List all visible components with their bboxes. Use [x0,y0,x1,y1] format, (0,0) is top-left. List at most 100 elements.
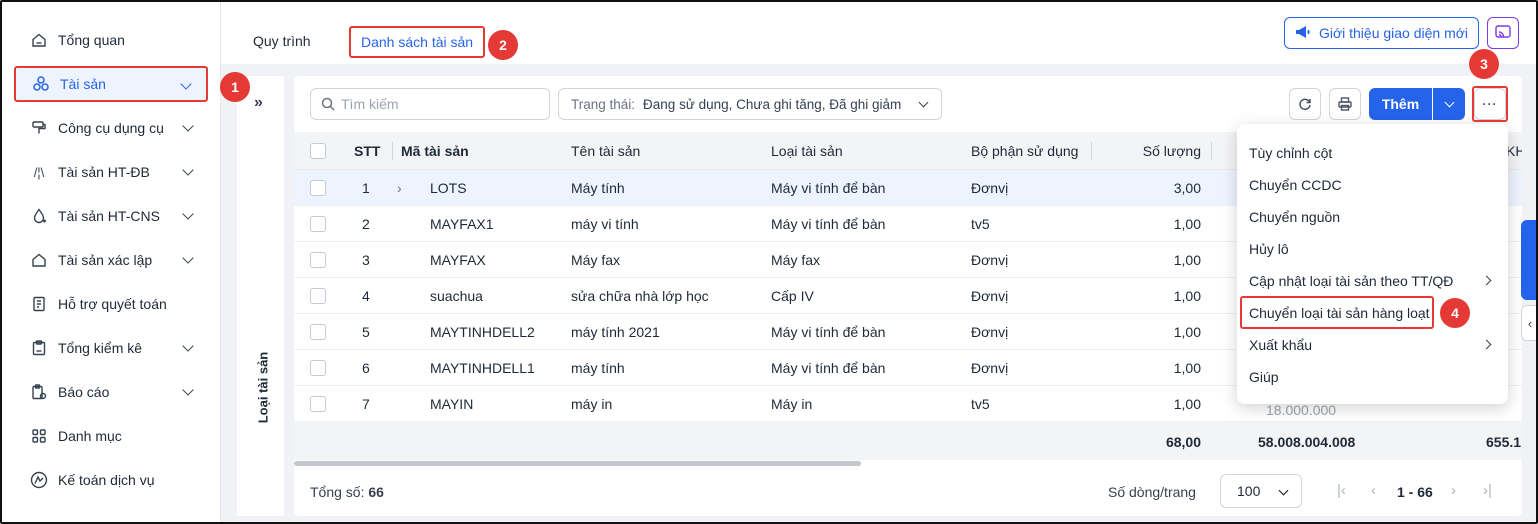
sidebar-item-assets[interactable]: Tài sản [14,66,208,102]
cell-stt: 1 [362,180,370,196]
print-button[interactable] [1329,88,1361,120]
search-placeholder: Tìm kiếm [341,96,399,112]
column-divider [1091,142,1092,160]
cell-asset-code: MAYFAX1 [430,216,494,232]
sidebar-item-reports[interactable]: Báo cáo [14,374,208,410]
expand-panel-icon[interactable]: » [254,94,263,112]
row-checkbox[interactable] [310,288,326,304]
prev-page-icon[interactable]: ‹ [1371,482,1376,499]
horizontal-scrollbar[interactable] [294,461,861,466]
menu-item-help[interactable]: Giúp [1249,362,1279,392]
sidebar-item-catalog[interactable]: Danh mục [14,418,208,454]
menu-item-change-source[interactable]: Chuyển nguồn [1249,202,1340,232]
chevron-down-icon [182,164,194,176]
ledger-icon [30,295,48,313]
column-header-code[interactable]: Mã tài sản [401,132,469,170]
status-filter-select[interactable]: Trạng thái: Đang sử dụng, Chưa ghi tăng,… [558,88,942,120]
cell-asset-name: máy vi tính [571,216,639,232]
row-checkbox[interactable] [310,324,326,340]
menu-item-convert-ccdc[interactable]: Chuyển CCDC [1249,170,1342,200]
cell-department: Đơnvị [971,180,1009,196]
collapse-drawer-icon[interactable]: ‹ [1521,305,1538,341]
megaphone-icon [1295,25,1311,42]
add-dropdown-button[interactable] [1433,88,1465,120]
sidebar-item-label: Tài sản xác lập [58,252,153,268]
road-icon: /¦\ [33,164,45,180]
total-value: 58.008.004.008 [1258,434,1356,450]
menu-item-customize-columns[interactable]: Tùy chỉnh cột [1249,138,1332,168]
last-page-icon[interactable]: ›| [1483,482,1492,499]
tab-process[interactable]: Quy trình [253,33,311,49]
row-checkbox[interactable] [310,360,326,376]
first-page-icon[interactable]: |‹ [1337,482,1346,499]
select-all-checkbox[interactable] [310,143,326,159]
annotation-badge-2: 2 [488,30,518,60]
service-icon [30,471,48,489]
row-checkbox[interactable] [310,180,326,196]
cell-asset-name: sửa chữa nhà lớp học [571,288,709,304]
total-value-count: 66 [368,484,384,500]
house-icon [30,251,48,269]
menu-item-cancel-batch[interactable]: Hủy lô [1249,234,1289,264]
row-checkbox[interactable] [310,252,326,268]
column-header-quantity[interactable]: Số lượng [1120,132,1201,170]
sidebar-item-label: Tổng quan [58,32,125,48]
cell-quantity: 1,00 [1173,324,1201,340]
menu-item-update-asset-type[interactable]: Cập nhật loại tài sản theo TT/QĐ [1249,266,1494,296]
sidebar-item-tools[interactable]: Công cụ dụng cụ [14,110,208,146]
column-header-depreciation[interactable]: KH [1506,132,1522,170]
refresh-button[interactable] [1289,88,1321,120]
cast-button[interactable] [1487,17,1519,49]
cell-quantity: 1,00 [1173,360,1201,376]
menu-item-export[interactable]: Xuất khẩu [1249,330,1312,360]
page-size-value: 100 [1237,483,1261,499]
menu-item-label: Cập nhật loại tài sản theo TT/QĐ [1249,273,1454,289]
cell-department: Đơnvị [971,360,1009,376]
search-icon [321,97,335,111]
cell-stt: 2 [362,216,370,232]
total-label: Tổng số: [310,484,365,500]
home-icon [30,31,48,49]
more-actions-menu: Tùy chỉnh cột Chuyển CCDC Chuyển nguồn H… [1237,124,1508,404]
row-checkbox[interactable] [310,396,326,412]
cell-asset-name: Máy tính [571,180,625,196]
cell-stt: 4 [362,288,370,304]
sidebar-item-label: Tổng kiểm kê [58,340,143,356]
sidebar-item-water-assets[interactable]: Tài sản HT-CNS [14,198,208,234]
cell-quantity: 1,00 [1173,252,1201,268]
side-drawer-tab[interactable] [1521,220,1538,300]
page-size-select[interactable]: 100 [1220,474,1302,508]
refresh-icon [1298,97,1312,111]
column-header-stt[interactable]: STT [354,132,380,170]
cell-quantity: 1,00 [1173,288,1201,304]
column-header-department[interactable]: Bộ phận sử dụng [971,132,1078,170]
column-divider [392,142,393,160]
intro-new-ui-button[interactable]: Giới thiệu giao diện mới [1284,17,1479,49]
sidebar-item-established-assets[interactable]: Tài sản xác lập [14,242,208,278]
assets-icon [32,75,50,93]
cell-asset-code: suachua [430,288,483,304]
column-header-name[interactable]: Tên tài sản [571,132,640,170]
search-input[interactable]: Tìm kiếm [310,88,550,120]
page-size-label: Số dòng/trang [1108,484,1196,500]
cell-asset-code: LOTS [430,180,467,196]
row-checkbox[interactable] [310,216,326,232]
sidebar-item-label: Hỗ trợ quyết toán [58,296,167,312]
sidebar-item-road-assets[interactable]: /¦\ Tài sản HT-ĐB [14,154,208,190]
sidebar-item-inventory[interactable]: Tổng kiểm kê [14,330,208,366]
asset-type-panel-label[interactable]: Loại tài sản [256,333,271,443]
cell-asset-type: Cấp IV [771,288,814,304]
tab-asset-list[interactable]: Danh sách tài sản [349,26,486,58]
cell-asset-name: máy in [571,396,613,412]
total-depreciation: 655.1 [1486,434,1522,450]
column-header-type[interactable]: Loại tài sản [771,132,843,170]
sidebar-item-overview[interactable]: Tổng quan [14,22,208,58]
next-page-icon[interactable]: › [1451,482,1456,499]
sidebar-item-service-accounting[interactable]: Kế toán dịch vụ [14,462,208,498]
expand-row-icon[interactable]: › [397,170,402,206]
cell-quantity: 1,00 [1173,216,1201,232]
total-quantity: 68,00 [1165,434,1201,450]
add-button[interactable]: Thêm [1369,88,1432,120]
intro-button-label: Giới thiệu giao diện mới [1318,25,1469,41]
sidebar-item-settlement[interactable]: Hỗ trợ quyết toán [14,286,208,322]
